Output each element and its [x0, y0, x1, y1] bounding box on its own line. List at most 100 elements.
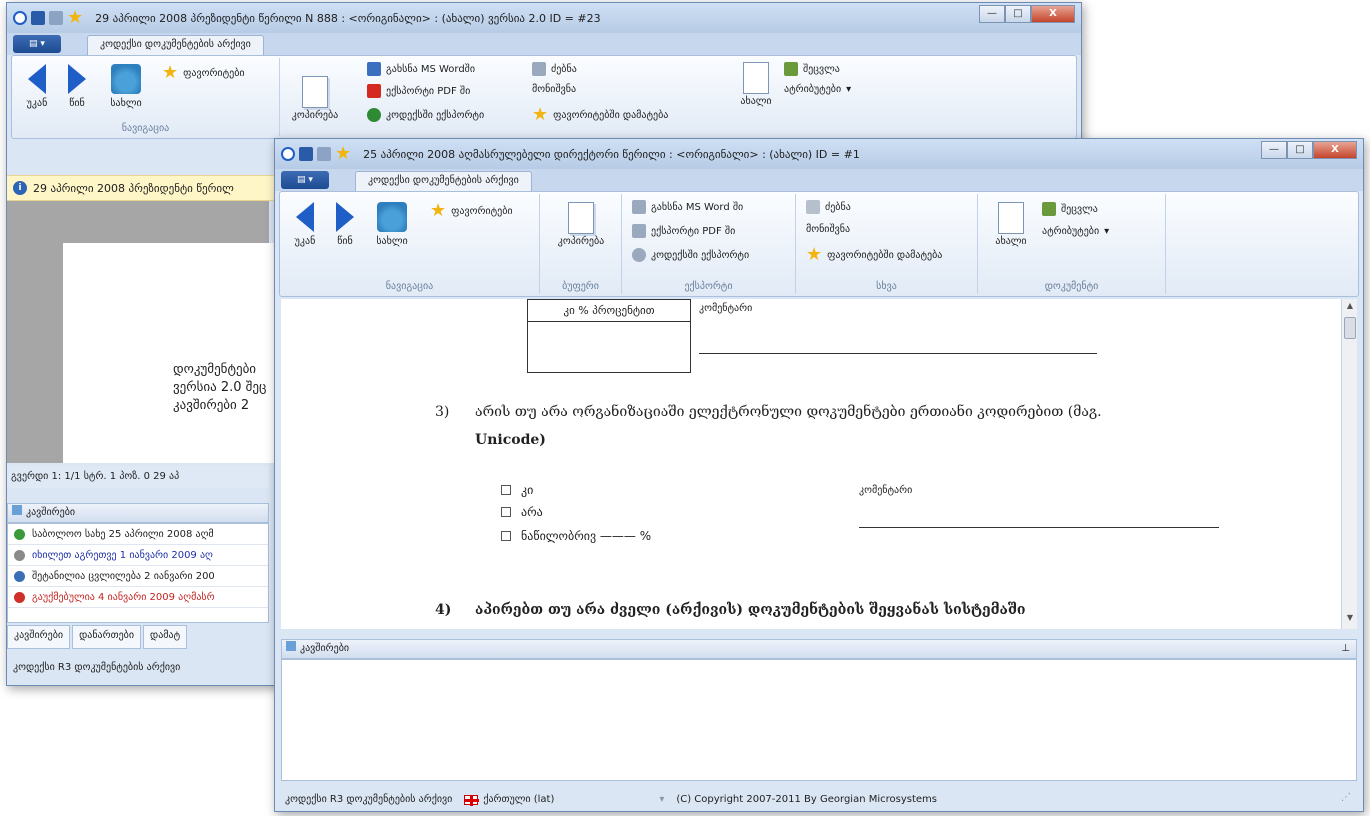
option-no[interactable]: არა: [501, 505, 543, 519]
copy-button[interactable]: კოპირება: [288, 76, 342, 121]
new-document-icon: [743, 62, 769, 94]
list-item[interactable]: გაუქმებულია 4 იანვარი 2009 აღმასრ: [8, 587, 268, 608]
favorites-button[interactable]: ★ ფავორიტები: [430, 202, 513, 220]
document-view[interactable]: კი % პროცენტით კომენტარი 3) არის თუ არა …: [281, 299, 1341, 629]
percent-table: კი % პროცენტით: [527, 299, 691, 373]
back-arrow-icon: [28, 64, 46, 94]
question-number: 4): [435, 602, 452, 618]
search-label: ძებნა: [825, 201, 851, 213]
status-bar: კოდექსი R3 დოკუმენტების არქივი ქართული (…: [281, 789, 1357, 811]
tab-attachments[interactable]: დანართები: [72, 625, 142, 649]
app-icon[interactable]: [281, 147, 295, 161]
add-favorites-button[interactable]: ★ ფავორიტებში დამატება: [806, 246, 942, 264]
save-icon[interactable]: [31, 11, 45, 25]
app-menu-button[interactable]: ▤ ▾: [13, 35, 61, 53]
back-label: უკან: [26, 98, 48, 109]
open-word-button[interactable]: გახსნა MS Word ში: [632, 200, 743, 214]
option-partial[interactable]: ნაწილობრივ ——— %: [501, 529, 651, 543]
search-button[interactable]: ძებნა: [532, 62, 577, 76]
pin-icon[interactable]: ⊥: [1341, 640, 1350, 658]
print-icon[interactable]: [49, 11, 63, 25]
favorite-star-icon[interactable]: ★: [67, 9, 83, 27]
title-bar[interactable]: ★ 25 აპრილი 2008 აღმასრულებელი დირექტორი…: [275, 139, 1363, 169]
home-icon: [377, 202, 407, 232]
document-page: დოკუმენტები ვერსია 2.0 შეც კავშირები 2: [63, 243, 283, 463]
tab-links[interactable]: კავშირები: [7, 625, 71, 649]
codex-icon: [367, 108, 381, 122]
bottom-tabs: კავშირები დანართები დამატ: [7, 625, 269, 649]
scroll-thumb[interactable]: [1344, 317, 1356, 339]
forward-button[interactable]: წინ: [328, 202, 362, 247]
option-label: არა: [521, 505, 543, 519]
option-label: ნაწილობრივ ——— %: [521, 529, 652, 543]
maximize-button[interactable]: □: [1005, 5, 1031, 23]
tab-archive[interactable]: კოდექსი დოკუმენტების არქივი: [87, 35, 264, 55]
document-view[interactable]: დოკუმენტები ვერსია 2.0 შეც კავშირები 2: [7, 201, 283, 463]
edit-label: შეცვლა: [1061, 203, 1098, 215]
attributes-dropdown[interactable]: ატრიბუტები ▾: [784, 84, 851, 95]
maximize-button[interactable]: □: [1287, 141, 1313, 159]
edit-button[interactable]: შეცვლა: [784, 62, 840, 76]
scroll-down-icon[interactable]: ▼: [1342, 613, 1358, 627]
export-codex-button[interactable]: კოდექსში ექსპორტი: [632, 248, 749, 262]
list-item[interactable]: შეტანილია ცვლილება 2 იანვარი 200: [8, 566, 268, 587]
new-label: ახალი: [740, 96, 772, 107]
back-label: უკან: [294, 236, 316, 247]
option-yes[interactable]: კი: [501, 483, 533, 497]
group-label-navigation: ნავიგაცია: [385, 281, 434, 292]
group-label-other: სხვა: [876, 281, 897, 292]
language-selector[interactable]: ქართული (lat) ▾: [464, 789, 664, 811]
new-button[interactable]: ახალი: [988, 202, 1034, 247]
back-button[interactable]: უკან: [288, 202, 322, 247]
list-item[interactable]: იხილეთ აგრეთვე 1 იანვარი 2009 აღ: [8, 545, 268, 566]
mark-button[interactable]: მონიშვნა: [806, 224, 850, 235]
minimize-button[interactable]: —: [979, 5, 1005, 23]
search-button[interactable]: ძებნა: [806, 200, 851, 214]
group-label-navigation: ნავიგაცია: [121, 123, 170, 134]
links-panel-header: კავშირები: [7, 503, 269, 523]
attributes-dropdown[interactable]: ატრიბუტები ▾: [1042, 226, 1109, 237]
close-button[interactable]: X: [1313, 141, 1357, 159]
export-pdf-button[interactable]: ექსპორტი PDF ში: [367, 84, 470, 98]
forward-button[interactable]: წინ: [60, 64, 94, 109]
copy-button[interactable]: კოპირება: [550, 202, 612, 247]
home-label: სახლი: [376, 236, 408, 247]
ribbon-group-navigation: უკან წინ სახლი ★ ფავორიტები ნავიგაცია: [12, 58, 280, 136]
home-label: სახლი: [110, 98, 142, 109]
export-pdf-button[interactable]: ექსპორტი PDF ში: [632, 224, 735, 238]
question-number: 3): [435, 404, 450, 420]
tab-archive[interactable]: კოდექსი დოკუმენტების არქივი: [355, 171, 532, 191]
vertical-scrollbar[interactable]: ▲ ▼: [1341, 299, 1357, 629]
home-button[interactable]: სახლი: [372, 202, 412, 247]
mark-button[interactable]: მონიშვნა: [532, 84, 576, 95]
link-text: იხილეთ აგრეთვე 1 იანვარი 2009 აღ: [32, 549, 213, 561]
export-codex-label: კოდექსში ექსპორტი: [386, 109, 485, 121]
edit-icon: [1042, 202, 1056, 216]
edit-button[interactable]: შეცვლა: [1042, 202, 1098, 216]
new-button[interactable]: ახალი: [734, 62, 778, 107]
back-button[interactable]: უკან: [20, 64, 54, 109]
tab-additional[interactable]: დამატ: [143, 625, 188, 649]
page-line: ვერსია 2.0 შეც: [173, 380, 267, 395]
favorite-star-icon[interactable]: ★: [335, 145, 351, 163]
app-menu-button[interactable]: ▤ ▾: [281, 171, 329, 189]
home-button[interactable]: სახლი: [106, 64, 146, 109]
minimize-button[interactable]: —: [1261, 141, 1287, 159]
add-favorites-button[interactable]: ★ ფავორიტებში დამატება: [532, 108, 668, 122]
favorites-button[interactable]: ★ ფავორიტები: [162, 64, 245, 82]
title-bar[interactable]: ★ 29 აპრილი 2008 პრეზიდენტი წერილი N 888…: [7, 3, 1081, 33]
window-foreground[interactable]: ★ 25 აპრილი 2008 აღმასრულებელი დირექტორი…: [274, 138, 1364, 812]
forward-arrow-icon: [68, 64, 86, 94]
save-icon[interactable]: [299, 147, 313, 161]
status-app-name: კოდექსი R3 დოკუმენტების არქივი: [285, 794, 453, 805]
resize-grip-icon[interactable]: ⋰: [1341, 787, 1351, 809]
open-word-button[interactable]: გახსნა MS Wordში: [367, 62, 475, 76]
print-icon[interactable]: [317, 147, 331, 161]
word-icon: [367, 62, 381, 76]
export-codex-button[interactable]: კოდექსში ექსპორტი: [367, 108, 484, 122]
close-button[interactable]: X: [1031, 5, 1075, 23]
app-icon[interactable]: [13, 11, 27, 25]
link-text: გაუქმებულია 4 იანვარი 2009 აღმასრ: [32, 591, 215, 603]
scroll-up-icon[interactable]: ▲: [1342, 301, 1358, 315]
list-item[interactable]: საბოლოო სახე 25 აპრილი 2008 აღმ: [8, 524, 268, 545]
